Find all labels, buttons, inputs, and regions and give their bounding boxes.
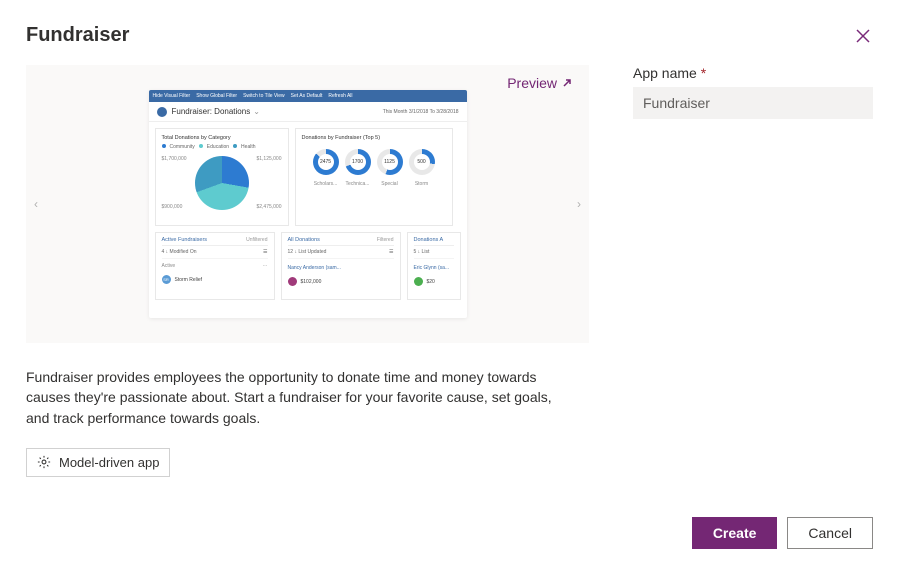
prev-thumbnail-button[interactable]: ‹ [34, 197, 38, 211]
thumb-toolbar: Hide Visual Filter Show Global Filter Sw… [149, 90, 467, 102]
thumb-card-donations-category: Total Donations by Category Community Ed… [155, 128, 289, 226]
create-button[interactable]: Create [692, 517, 778, 549]
preview-label: Preview [507, 75, 557, 91]
app-description: Fundraiser provides employees the opport… [26, 367, 566, 428]
badge-label: Model-driven app [59, 455, 159, 470]
app-name-input[interactable] [633, 87, 873, 119]
preview-link[interactable]: Preview [507, 75, 573, 91]
close-button[interactable] [853, 26, 873, 46]
cancel-button[interactable]: Cancel [787, 517, 873, 549]
preview-panel: Preview ‹ › Hide Visual Filter Show Glob… [26, 65, 589, 343]
next-thumbnail-button[interactable]: › [577, 197, 581, 211]
app-create-dialog: Fundraiser Preview ‹ › Hide Visual Filte… [0, 0, 899, 569]
dialog-title: Fundraiser [26, 24, 129, 47]
gear-icon [37, 455, 51, 469]
close-icon [856, 29, 870, 43]
thumb-card-all-donations: All DonationsFiltered 12 ↓ List Updated☰… [281, 232, 401, 300]
external-link-icon [561, 77, 573, 89]
app-badge-icon [157, 107, 167, 117]
app-name-label: App name * [633, 65, 873, 81]
thumb-header: Fundraiser: Donations ⌄ This Month 3/1/2… [149, 102, 467, 122]
app-thumbnail: Hide Visual Filter Show Global Filter Sw… [149, 90, 467, 318]
thumb-card-active-fundraisers: Active FundraisersUnfiltered 4 ↓ Modifie… [155, 232, 275, 300]
app-type-badge: Model-driven app [26, 448, 170, 477]
thumb-card-donations-a: Donations A 5 ↓ List Eric Glynn (sa... $… [407, 232, 461, 300]
thumb-card-donations-fundraiser: Donations by Fundraiser (Top 5) 2475 170… [295, 128, 453, 226]
